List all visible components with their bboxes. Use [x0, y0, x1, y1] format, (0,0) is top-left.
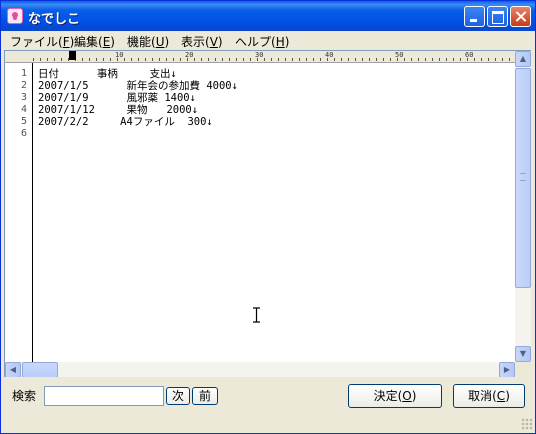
cancel-button[interactable]: 取消(C)	[453, 384, 525, 408]
menu-view[interactable]: 表示(V)	[181, 33, 223, 50]
editor-line[interactable]: 2007/2/2 A4ファイル 300↓	[38, 116, 213, 128]
line-number-gutter: 1 2 3 4 5 6	[5, 63, 33, 362]
line-number: 4	[20, 104, 27, 115]
horizontal-scroll-thumb[interactable]	[22, 362, 58, 378]
menu-help[interactable]: ヘルプ(H)	[235, 33, 289, 50]
text-cursor-icon	[253, 307, 260, 323]
line-number: 1	[20, 68, 27, 79]
line-number: 5	[20, 116, 27, 127]
find-prev-button[interactable]: 前	[192, 387, 218, 405]
ruler-corner	[5, 51, 33, 63]
line-number: 6	[20, 128, 27, 139]
ruler-mark: 40	[325, 51, 334, 59]
menu-edit[interactable]: 編集(E)	[74, 33, 115, 50]
line-number: 2	[20, 80, 27, 91]
arrow-up-icon[interactable]: ▲	[515, 51, 531, 67]
menu-function[interactable]: 機能(U)	[127, 33, 169, 50]
arrow-down-icon[interactable]: ▼	[515, 346, 531, 362]
ruler-caret-marker	[69, 51, 76, 60]
vertical-scrollbar[interactable]: ▲ ▼	[515, 51, 531, 362]
nadeshiko-window: なでしこ ファイル(F) 編集(E) 機能(U) 表示(V) ヘルプ(H) 10…	[0, 0, 536, 434]
scrollbar-corner	[515, 362, 531, 378]
column-ruler: 10 20 30 40 50 60	[33, 51, 515, 63]
ruler-mark: 60	[465, 51, 474, 59]
nadeshiko-flower-icon[interactable]	[7, 8, 23, 24]
horizontal-scrollbar[interactable]: ◀ ▶	[5, 362, 515, 378]
arrow-right-icon[interactable]: ▶	[499, 362, 515, 378]
menu-bar: ファイル(F) 編集(E) 機能(U) 表示(V) ヘルプ(H)	[1, 31, 535, 50]
ruler-mark: 50	[395, 51, 404, 59]
minimize-icon[interactable]	[464, 6, 485, 27]
arrow-left-icon[interactable]: ◀	[5, 362, 21, 378]
window-title: なでしこ	[28, 12, 81, 27]
search-input[interactable]	[44, 386, 164, 406]
resize-grip[interactable]	[521, 418, 533, 430]
editor-line[interactable]: 日付 事柄 支出↓	[38, 68, 177, 80]
vertical-scroll-thumb[interactable]	[515, 68, 531, 288]
editor-line[interactable]: 2007/1/12 果物 2000↓	[38, 104, 198, 116]
ok-button[interactable]: 決定(O)	[348, 384, 442, 408]
menu-file[interactable]: ファイル(F)	[10, 33, 74, 50]
maximize-icon[interactable]	[487, 6, 508, 27]
ruler-mark: 10	[115, 51, 124, 59]
ruler-mark: 20	[185, 51, 194, 59]
text-editor[interactable]: 10 20 30 40 50 60 1 2 3 4 5 6 日付 事柄 支出↓ …	[4, 50, 531, 378]
title-bar[interactable]: なでしこ	[1, 1, 535, 31]
editor-line[interactable]: 2007/1/9 風邪薬 1400↓	[38, 92, 196, 104]
bottom-toolbar: 検索 次 前 決定(O) 取消(C)	[1, 377, 535, 433]
line-number: 3	[20, 92, 27, 103]
find-next-button[interactable]: 次	[166, 387, 190, 405]
close-icon[interactable]	[510, 6, 531, 27]
editor-line[interactable]: 2007/1/5 新年会の参加費 4000↓	[38, 80, 238, 92]
search-label: 検索	[12, 389, 37, 403]
ruler-mark: 30	[255, 51, 264, 59]
